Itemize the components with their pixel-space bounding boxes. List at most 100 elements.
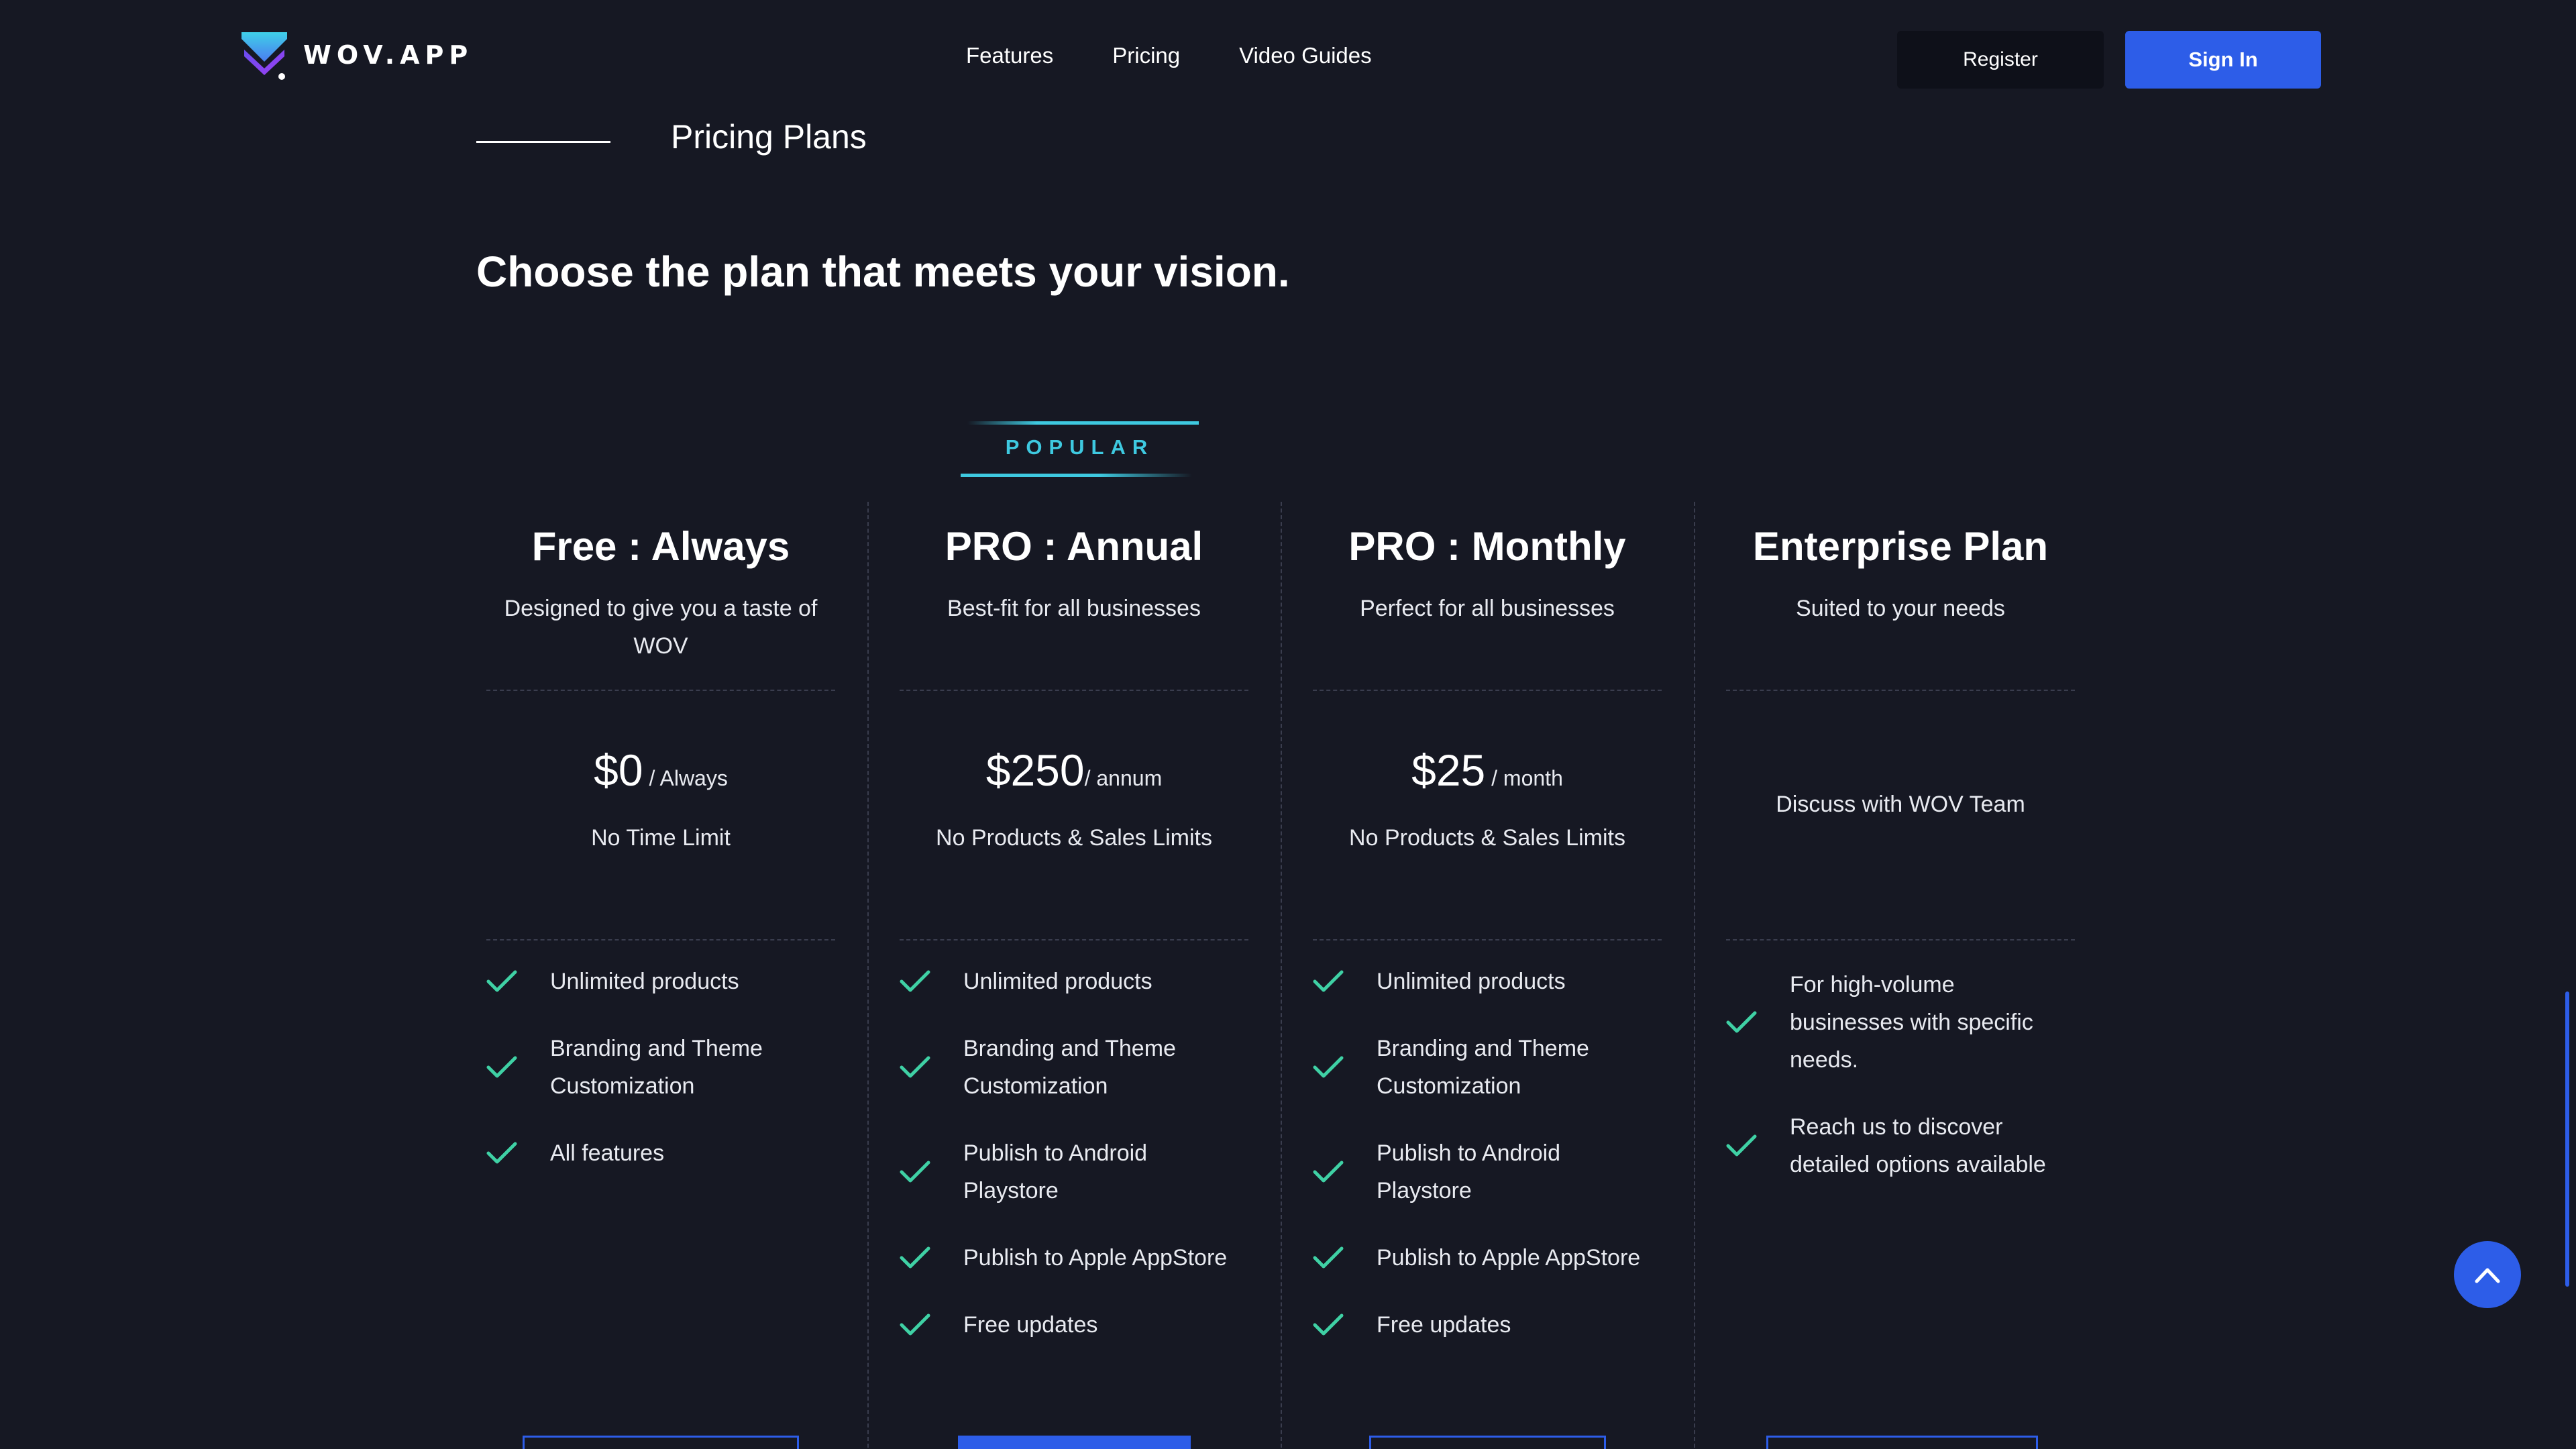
check-icon <box>1313 1313 1377 1337</box>
feature-text: Branding and Theme Customization <box>1377 1036 1589 1099</box>
check-icon <box>1726 1134 1790 1158</box>
wov-logo-icon <box>241 32 287 80</box>
check-icon <box>486 1141 550 1165</box>
plan-divider <box>486 690 835 691</box>
page-headline: Choose the plan that meets your vision. <box>476 248 1290 296</box>
page-scrollbar[interactable] <box>2565 991 2569 1287</box>
check-icon <box>900 1160 963 1184</box>
feature-item: Unlimited products <box>900 963 1248 1000</box>
plan-name: Free : Always <box>531 524 790 569</box>
logo-text: WOV.APP <box>303 40 474 70</box>
feature-list: Unlimited products Branding and Theme Cu… <box>486 963 835 1201</box>
plan-divider <box>900 939 1248 941</box>
nav-pricing[interactable]: Pricing <box>1112 43 1180 68</box>
feature-text: Free updates <box>1377 1312 1511 1338</box>
price-note: No Time Limit <box>591 825 731 851</box>
popular-badge-bottom-line <box>961 474 1192 477</box>
check-icon <box>1313 1055 1377 1079</box>
plan-price: $25 / month <box>1313 745 1662 796</box>
plan-divider <box>1313 690 1662 691</box>
column-divider <box>1694 502 1695 1449</box>
nav-video-guides[interactable]: Video Guides <box>1239 43 1372 68</box>
plan-subtitle: Designed to give you a taste of WOV <box>504 596 818 659</box>
check-icon <box>900 1313 963 1337</box>
plan-subtitle: Suited to your needs <box>1796 596 2005 621</box>
check-icon <box>1313 969 1377 994</box>
feature-text: For high-volume businesses with specific… <box>1790 972 2033 1073</box>
check-icon <box>1313 1246 1377 1270</box>
popular-badge: POPULAR <box>1005 435 1155 459</box>
feature-item: Branding and Theme Customization <box>1313 1030 1662 1105</box>
check-icon <box>486 969 550 994</box>
register-button[interactable]: Register <box>1897 31 2104 89</box>
plan-divider <box>486 939 835 941</box>
feature-item: For high-volume businesses with specific… <box>1726 966 2075 1079</box>
plan-name: PRO : Annual <box>945 524 1203 569</box>
eyebrow-line <box>476 141 610 143</box>
price-amount: $0 <box>594 745 643 795</box>
feature-item: Publish to Android Playstore <box>1313 1134 1662 1210</box>
plan-card-pro-annual: PRO : Annual Best-fit for all businesses… <box>900 523 1248 1449</box>
plan-name: PRO : Monthly <box>1348 524 1626 569</box>
plan-divider <box>1313 939 1662 941</box>
main-nav: Features Pricing Video Guides <box>966 43 1372 68</box>
feature-item: Free updates <box>1313 1306 1662 1344</box>
feature-item: Publish to Apple AppStore <box>900 1239 1248 1277</box>
feature-text: Unlimited products <box>1377 969 1566 994</box>
plan-card-enterprise: Enterprise Plan Suited to your needs Dis… <box>1726 523 2075 1449</box>
feature-list: For high-volume businesses with specific… <box>1726 966 2075 1213</box>
feature-text: Publish to Android Playstore <box>1377 1140 1561 1203</box>
plan-subtitle: Best-fit for all businesses <box>947 596 1201 621</box>
logo[interactable]: WOV.APP <box>240 30 473 80</box>
feature-item: Branding and Theme Customization <box>900 1030 1248 1105</box>
chevron-up-icon <box>2475 1268 2500 1283</box>
feature-item: Free updates <box>900 1306 1248 1344</box>
plan-card-free: Free : Always Designed to give you a tas… <box>486 523 835 1449</box>
plan-cta-button[interactable] <box>1369 1436 1606 1449</box>
check-icon <box>900 1246 963 1270</box>
feature-text: All features <box>550 1140 665 1166</box>
check-icon <box>1726 1010 1790 1034</box>
feature-item: All features <box>486 1134 835 1172</box>
feature-text: Publish to Apple AppStore <box>963 1245 1228 1271</box>
column-divider <box>867 502 869 1449</box>
plan-cta-button[interactable] <box>523 1436 799 1449</box>
feature-text: Free updates <box>963 1312 1098 1338</box>
plan-cta-button[interactable] <box>958 1436 1191 1449</box>
feature-item: Unlimited products <box>1313 963 1662 1000</box>
feature-text: Unlimited products <box>550 969 739 994</box>
plan-price: $250/ annum <box>900 745 1248 796</box>
price-note: No Products & Sales Limits <box>936 825 1212 851</box>
price-note: No Products & Sales Limits <box>1349 825 1625 851</box>
check-icon <box>486 1055 550 1079</box>
plan-discuss-text: Discuss with WOV Team <box>1776 792 2025 817</box>
check-icon <box>1313 1160 1377 1184</box>
price-period: / month <box>1485 766 1563 790</box>
sign-in-button[interactable]: Sign In <box>2125 31 2321 89</box>
feature-text: Publish to Apple AppStore <box>1377 1245 1641 1271</box>
price-period: / Always <box>643 766 728 790</box>
price-period: / annum <box>1084 766 1163 790</box>
feature-item: Publish to Android Playstore <box>900 1134 1248 1210</box>
scroll-to-top-button[interactable] <box>2454 1241 2521 1308</box>
feature-item: Unlimited products <box>486 963 835 1000</box>
popular-badge-top-line <box>967 421 1199 425</box>
plan-price: $0 / Always <box>486 745 835 796</box>
feature-item: Publish to Apple AppStore <box>1313 1239 1662 1277</box>
feature-list: Unlimited products Branding and Theme Cu… <box>900 963 1248 1373</box>
plan-divider <box>900 690 1248 691</box>
check-icon <box>900 969 963 994</box>
feature-item: Branding and Theme Customization <box>486 1030 835 1105</box>
plan-cta-button[interactable] <box>1766 1436 2038 1449</box>
plan-divider <box>1726 690 2075 691</box>
nav-features[interactable]: Features <box>966 43 1053 68</box>
feature-item: Reach us to discover detailed options av… <box>1726 1108 2075 1183</box>
plan-divider <box>1726 939 2075 941</box>
price-amount: $25 <box>1411 745 1486 795</box>
check-icon <box>900 1055 963 1079</box>
plan-card-pro-monthly: PRO : Monthly Perfect for all businesses… <box>1313 523 1662 1449</box>
feature-text: Branding and Theme Customization <box>963 1036 1176 1099</box>
feature-text: Reach us to discover detailed options av… <box>1790 1114 2046 1177</box>
feature-text: Branding and Theme Customization <box>550 1036 763 1099</box>
section-eyebrow: Pricing Plans <box>671 118 867 156</box>
